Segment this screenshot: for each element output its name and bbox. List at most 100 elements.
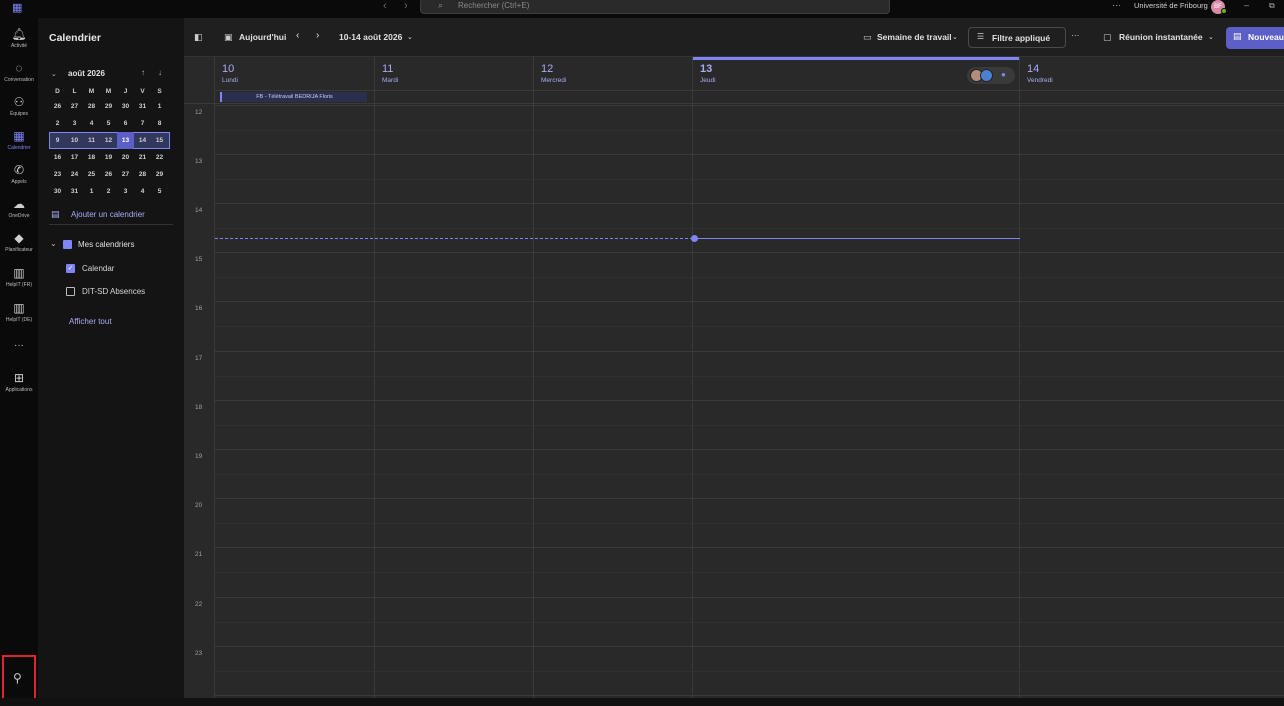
attendee-avatars[interactable]: ● <box>967 67 1015 84</box>
mini-calendar-day[interactable]: 4 <box>83 115 100 132</box>
mini-calendar-day[interactable]: 18 <box>83 149 100 166</box>
mini-calendar-day[interactable]: 26 <box>100 166 117 183</box>
hour-line <box>214 203 1284 204</box>
mini-calendar-day[interactable]: 10 <box>66 132 83 149</box>
mini-calendar-day[interactable]: 14 <box>134 132 151 149</box>
mini-calendar-day[interactable]: 20 <box>117 149 134 166</box>
search-input[interactable]: ⌕ Rechercher (Ctrl+E) <box>420 0 890 14</box>
day-header-friday[interactable]: 14 Vendredi <box>1019 57 1284 104</box>
mini-calendar-today[interactable]: 13 <box>117 132 134 149</box>
back-arrow-icon[interactable]: ‹ <box>383 0 387 12</box>
previous-week-button[interactable]: ‹ <box>296 30 299 41</box>
arrow-down-icon[interactable]: ↓ <box>158 68 162 77</box>
mini-calendar-day[interactable]: 24 <box>66 166 83 183</box>
mini-calendar-day[interactable]: 19 <box>100 149 117 166</box>
teams-logo-icon[interactable]: ▦ <box>12 1 25 14</box>
mini-calendar-day[interactable]: 31 <box>134 98 151 115</box>
my-calendars-heading[interactable]: Mes calendriers <box>78 240 134 249</box>
calendar-time-grid[interactable]: 12 13 14 15 16 17 18 19 20 21 22 23 <box>184 104 1284 698</box>
mini-calendar-day[interactable]: 1 <box>83 183 100 200</box>
appbar-item-chat[interactable]: ◌ Conversation <box>0 58 38 92</box>
appbar-item-calls[interactable]: ✆ Appels <box>0 160 38 194</box>
settings-more-button[interactable]: ··· <box>1112 0 1121 10</box>
new-meeting-button[interactable]: ▤ Nouveau <box>1226 27 1284 49</box>
meet-now-button[interactable]: Réunion instantanée <box>1119 32 1203 42</box>
mini-calendar-day[interactable]: 11 <box>83 132 100 149</box>
restore-button[interactable]: ⧉ <box>1269 1 1275 11</box>
mini-calendar-week: 30 31 1 2 3 4 5 <box>49 183 170 200</box>
all-day-event[interactable]: FB - Télétravail BEDRIJA Floris <box>220 92 367 102</box>
mini-calendar-day[interactable]: 27 <box>117 166 134 183</box>
more-apps-button[interactable]: ··· <box>0 340 38 351</box>
appbar-item-onedrive[interactable]: ☁︎ OneDrive <box>0 194 38 228</box>
view-selector[interactable]: Semaine de travail <box>877 32 952 42</box>
appbar-item-activity[interactable]: 🔔︎ Activité <box>0 24 38 58</box>
appbar-item-applications[interactable]: ⊞ Applications <box>0 368 38 402</box>
absences-label[interactable]: DIT-SD Absences <box>82 287 145 296</box>
forward-arrow-icon[interactable]: › <box>404 0 408 12</box>
person-settings-icon[interactable]: ⚲ <box>13 671 22 685</box>
mini-calendar-day[interactable]: 28 <box>134 166 151 183</box>
mini-calendar-day[interactable]: 5 <box>151 183 168 200</box>
toggle-pane-icon[interactable]: ◧ <box>194 32 203 43</box>
appbar-item-calendar[interactable]: ▦ Calendrier <box>0 126 38 160</box>
mini-calendar-day[interactable]: 23 <box>49 166 66 183</box>
mini-calendar-day[interactable]: 29 <box>100 98 117 115</box>
chevron-down-icon[interactable]: ⌄ <box>50 239 57 248</box>
chevron-down-icon[interactable]: ⌄ <box>407 33 413 41</box>
day-header-tuesday[interactable]: 11 Mardi <box>374 57 533 104</box>
mini-calendar-day[interactable]: 1 <box>151 98 168 115</box>
mini-calendar-day[interactable]: 31 <box>66 183 83 200</box>
more-options-button[interactable]: ··· <box>1071 30 1080 40</box>
calendar-label[interactable]: Calendar <box>82 264 114 273</box>
mini-calendar-weekdays: D L M M J V S <box>49 86 170 98</box>
mini-calendar-day[interactable]: 25 <box>83 166 100 183</box>
date-range-picker[interactable]: 10-14 août 2026 <box>339 32 402 42</box>
video-icon[interactable]: ▢ <box>1103 32 1112 43</box>
chevron-down-icon[interactable]: ⌄ <box>51 70 57 78</box>
mini-calendar-day[interactable]: 6 <box>117 115 134 132</box>
next-week-button[interactable]: › <box>316 30 319 41</box>
mini-calendar-day[interactable]: 27 <box>66 98 83 115</box>
filter-button[interactable]: ☰ Filtre appliqué <box>968 27 1066 48</box>
mini-calendar-day[interactable]: 17 <box>66 149 83 166</box>
mini-calendar-day[interactable]: 16 <box>49 149 66 166</box>
calendar-checkbox[interactable]: ✓ <box>66 264 75 273</box>
show-all-link[interactable]: Afficher tout <box>69 317 112 326</box>
organization-name[interactable]: Université de Fribourg <box>1134 1 1208 10</box>
mini-calendar-month[interactable]: août 2026 <box>68 69 105 78</box>
calendar-today-icon[interactable]: ▣ <box>224 32 233 43</box>
mini-calendar-day[interactable]: 5 <box>100 115 117 132</box>
absences-checkbox[interactable] <box>66 287 75 296</box>
mini-calendar-day[interactable]: 29 <box>151 166 168 183</box>
chevron-down-icon[interactable]: ⌄ <box>952 33 958 41</box>
mini-calendar-day[interactable]: 8 <box>151 115 168 132</box>
mini-calendar-day[interactable]: 7 <box>134 115 151 132</box>
account-highlight-box[interactable]: ⚲ <box>2 655 36 700</box>
mini-calendar-day[interactable]: 2 <box>49 115 66 132</box>
mini-calendar-day[interactable]: 15 <box>151 132 168 149</box>
mini-calendar-day[interactable]: 12 <box>100 132 117 149</box>
mini-calendar-day[interactable]: 30 <box>117 98 134 115</box>
chevron-down-icon[interactable]: ⌄ <box>1208 33 1214 41</box>
appbar-item-helpit-fr[interactable]: ▥ HelpIT (FR) <box>0 263 38 297</box>
day-header-wednesday[interactable]: 12 Mercredi <box>533 57 692 104</box>
appbar-item-helpit-de[interactable]: ▥ HelpIT (DE) <box>0 298 38 332</box>
mini-calendar-day[interactable]: 9 <box>49 132 66 149</box>
appbar-item-teams[interactable]: ⚇ Équipes <box>0 92 38 126</box>
view-icon[interactable]: ▭ <box>863 32 872 43</box>
mini-calendar-day[interactable]: 21 <box>134 149 151 166</box>
mini-calendar-day[interactable]: 26 <box>49 98 66 115</box>
mini-calendar-day[interactable]: 4 <box>134 183 151 200</box>
mini-calendar-day[interactable]: 2 <box>100 183 117 200</box>
mini-calendar-day[interactable]: 28 <box>83 98 100 115</box>
mini-calendar-day[interactable]: 30 <box>49 183 66 200</box>
minimize-button[interactable]: – <box>1244 0 1249 10</box>
arrow-up-icon[interactable]: ↑ <box>141 68 145 77</box>
mini-calendar-day[interactable]: 3 <box>66 115 83 132</box>
mini-calendar-day[interactable]: 3 <box>117 183 134 200</box>
mini-calendar-day[interactable]: 22 <box>151 149 168 166</box>
half-hour-line <box>214 572 1284 573</box>
today-button[interactable]: Aujourd'hui <box>239 32 286 42</box>
appbar-item-planner[interactable]: ◆ Planificateur <box>0 228 38 262</box>
